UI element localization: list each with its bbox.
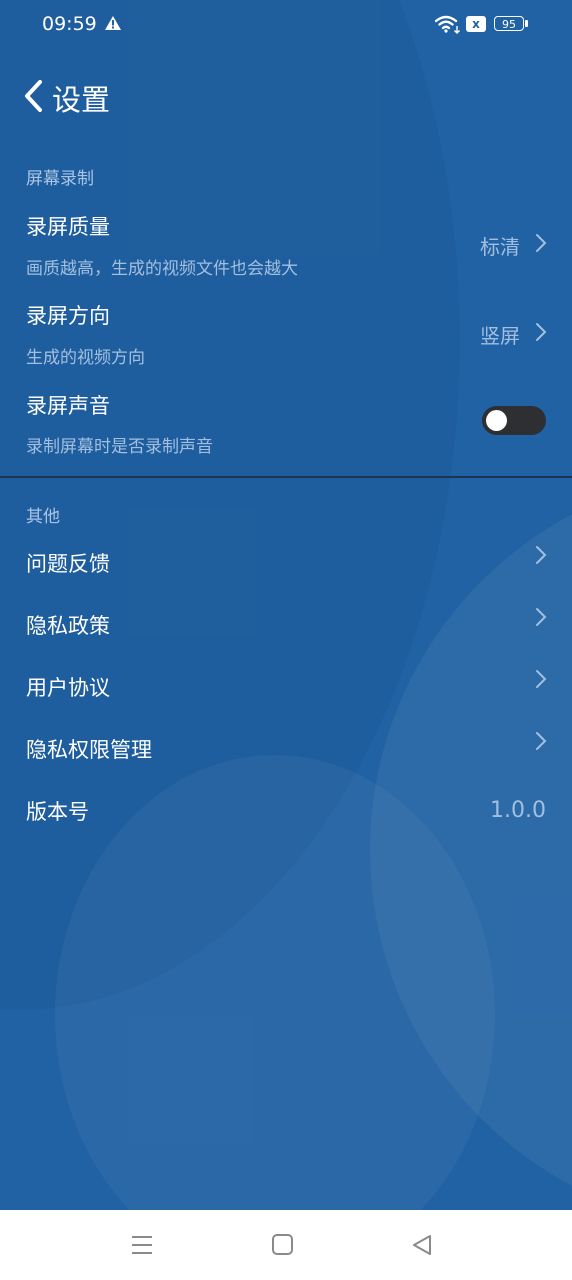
- section-label-recording: 屏幕录制: [26, 169, 94, 189]
- setting-row-user-agreement[interactable]: 用户协议: [0, 658, 572, 714]
- toggle-knob: [486, 410, 507, 431]
- orientation-value: 竖屏: [480, 324, 520, 348]
- home-icon[interactable]: [270, 1232, 296, 1258]
- chevron-right-icon: [536, 608, 547, 626]
- status-bar: 09:59 x 95: [0, 0, 572, 50]
- status-time: 09:59: [42, 13, 97, 35]
- user-agreement-title: 用户协议: [26, 676, 110, 700]
- warning-icon: [105, 16, 121, 30]
- sim-blocked-icon: x: [466, 16, 486, 32]
- permissions-title: 隐私权限管理: [26, 738, 152, 762]
- section-label-other: 其他: [26, 507, 60, 527]
- wifi-icon: [435, 15, 460, 34]
- audio-toggle-switch[interactable]: [482, 406, 546, 435]
- back-button[interactable]: [22, 79, 44, 113]
- setting-row-permissions[interactable]: 隐私权限管理: [0, 720, 572, 776]
- menu-icon[interactable]: [129, 1232, 155, 1258]
- section-divider: [0, 476, 572, 478]
- orientation-subtitle: 生成的视频方向: [26, 348, 145, 368]
- privacy-policy-title: 隐私政策: [26, 614, 110, 638]
- quality-title: 录屏质量: [26, 215, 110, 239]
- version-title: 版本号: [26, 800, 89, 824]
- setting-row-feedback[interactable]: 问题反馈: [0, 534, 572, 590]
- chevron-right-icon: [536, 546, 547, 564]
- setting-row-quality[interactable]: 录屏质量 画质越高，生成的视频文件也会越大 标清: [0, 200, 572, 288]
- orientation-title: 录屏方向: [26, 304, 110, 328]
- system-nav-bar: [0, 1210, 572, 1280]
- page-title: 设置: [52, 83, 111, 117]
- chevron-right-icon: [536, 323, 547, 341]
- battery-icon: 95: [494, 16, 524, 31]
- feedback-title: 问题反馈: [26, 552, 110, 576]
- battery-cap: [525, 20, 528, 27]
- chevron-right-icon: [536, 670, 547, 688]
- settings-screen: 09:59 x 95 设置 屏幕录制 录屏质量 画质越高，生成的视频文件也会越大…: [0, 0, 572, 1210]
- version-value: 1.0.0: [490, 798, 546, 823]
- quality-value: 标清: [480, 235, 520, 259]
- quality-subtitle: 画质越高，生成的视频文件也会越大: [26, 259, 298, 279]
- setting-row-version: 版本号 1.0.0: [0, 782, 572, 838]
- setting-row-orientation[interactable]: 录屏方向 生成的视频方向 竖屏: [0, 290, 572, 378]
- audio-title: 录屏声音: [26, 394, 110, 418]
- back-triangle-icon[interactable]: [410, 1232, 436, 1258]
- audio-subtitle: 录制屏幕时是否录制声音: [26, 437, 213, 457]
- chevron-right-icon: [536, 732, 547, 750]
- chevron-right-icon: [536, 234, 547, 252]
- setting-row-privacy-policy[interactable]: 隐私政策: [0, 596, 572, 652]
